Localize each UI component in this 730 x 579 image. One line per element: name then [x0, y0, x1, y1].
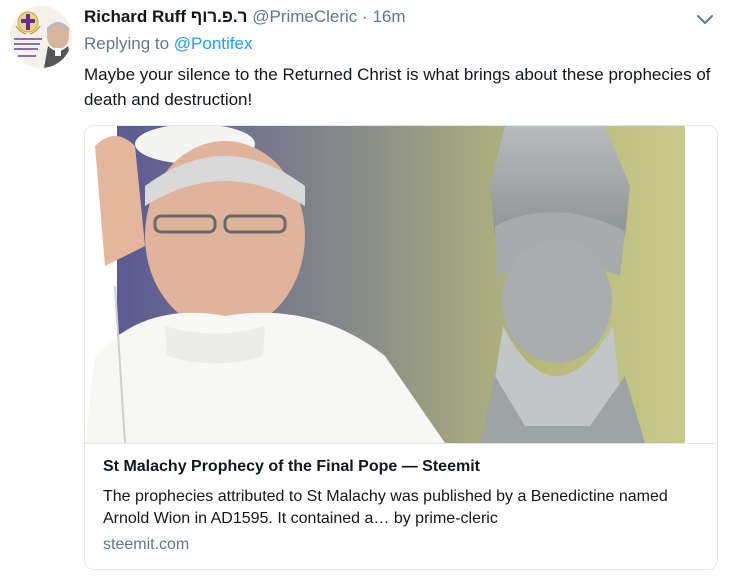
avatar[interactable] [10, 6, 72, 68]
user-handle[interactable]: @PrimeCleric [252, 7, 357, 26]
chevron-down-icon [697, 15, 713, 24]
tweet-text: Maybe your silence to the Returned Chris… [84, 65, 711, 109]
replying-to-label: Replying to [84, 34, 170, 53]
card-domain: steemit.com [103, 536, 190, 553]
pope-and-st-malachy-statue-image [85, 126, 717, 444]
prime-cleric-avatar-icon [10, 6, 72, 68]
card-description: The prophecies attributed to St Malachy … [103, 488, 668, 527]
card-body: St Malachy Prophecy of the Final Pope — … [85, 443, 717, 569]
replying-to: Replying to @Pontifex [84, 34, 252, 54]
replying-to-mention[interactable]: @Pontifex [174, 34, 253, 53]
link-card[interactable]: St Malachy Prophecy of the Final Pope — … [84, 125, 718, 570]
tweet-header: Richard Ruff ר.פ.רוף @PrimeCleric · 16m [84, 6, 406, 28]
timestamp[interactable]: 16m [372, 7, 405, 26]
tweet-menu-button[interactable] [694, 10, 716, 28]
card-image[interactable] [85, 126, 717, 444]
card-title[interactable]: St Malachy Prophecy of the Final Pope — … [103, 458, 480, 476]
tweet: Richard Ruff ר.פ.רוף @PrimeCleric · 16m … [0, 0, 730, 579]
display-name[interactable]: Richard Ruff ר.פ.רוף [84, 7, 247, 26]
header-separator: · [362, 7, 368, 26]
